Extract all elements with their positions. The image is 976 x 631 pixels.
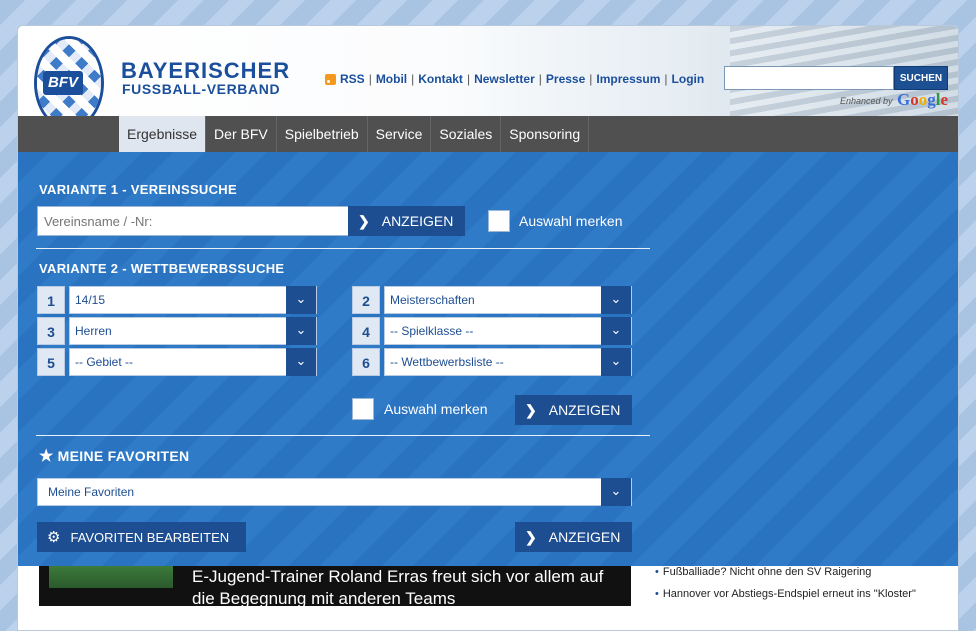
site-container: BFV BAYERISCHER FUSSBALL-VERBAND RSS | M… <box>17 25 959 631</box>
brand-name-line2: FUSSBALL-VERBAND <box>122 81 281 97</box>
link-separator: | <box>466 72 471 86</box>
site-header: BFV BAYERISCHER FUSSBALL-VERBAND RSS | M… <box>18 26 958 130</box>
button-label: ANZEIGEN <box>548 402 621 418</box>
nav-der-bfv[interactable]: Der BFV <box>206 116 277 152</box>
divider <box>36 435 650 436</box>
nav-ergebnisse[interactable]: Ergebnisse <box>119 116 207 152</box>
variant2-heading: VARIANTE 2 - WETTBEWERBSSUCHE <box>39 261 285 276</box>
button-label: ANZEIGEN <box>548 529 621 545</box>
nav-soziales[interactable]: Soziales <box>431 116 502 152</box>
main-navigation: Ergebnisse Der BFV Spielbetrieb Service … <box>18 116 958 152</box>
link-kontakt[interactable]: Kontakt <box>418 72 463 86</box>
variant2-remember-label: Auswahl merken <box>384 401 488 417</box>
chevron-down-icon: ⌄ <box>601 317 631 345</box>
variant1-remember-label: Auswahl merken <box>519 213 623 229</box>
news-list-item[interactable]: Fußballiade? Nicht ohne den SV Raigering <box>655 566 872 578</box>
select-value: Meine Favoriten <box>48 485 135 499</box>
top-links: RSS | Mobil | Kontakt | Newsletter | Pre… <box>325 72 704 86</box>
results-dropdown-panel: VARIANTE 1 - VEREINSSUCHE ❯ ANZEIGEN Aus… <box>18 152 958 566</box>
club-search-input[interactable] <box>37 206 349 236</box>
variant2-show-button[interactable]: ❯ ANZEIGEN <box>515 395 632 425</box>
chevron-down-icon: ⌄ <box>286 348 316 376</box>
google-logo: Google <box>897 90 949 109</box>
edit-favorites-button[interactable]: ⚙ FAVORITEN BEARBEITEN <box>37 522 246 552</box>
news-headline: E-Jugend-Trainer Roland Erras freut sich… <box>192 567 604 606</box>
link-newsletter[interactable]: Newsletter <box>474 72 535 86</box>
step-number: 6 <box>352 348 380 376</box>
favorites-heading: ★ MEINE FAVORITEN <box>39 446 189 466</box>
button-label: FAVORITEN BEARBEITEN <box>70 529 230 545</box>
team-type-select[interactable]: Herren ⌄ <box>69 317 317 345</box>
favorites-heading-text: MEINE FAVORITEN <box>57 448 190 464</box>
link-separator: | <box>589 72 593 86</box>
step-number: 4 <box>352 317 380 345</box>
button-label: ANZEIGEN <box>381 213 454 229</box>
chevron-right-icon: ❯ <box>358 212 370 229</box>
link-separator: | <box>664 72 668 86</box>
link-rss[interactable]: RSS <box>340 72 365 86</box>
chevron-down-icon: ⌄ <box>601 478 631 506</box>
nav-sponsoring[interactable]: Sponsoring <box>501 116 590 152</box>
enhanced-by-label: Enhanced by <box>840 96 893 106</box>
variant1-heading: VARIANTE 1 - VEREINSSUCHE <box>39 182 237 197</box>
step-number: 3 <box>37 317 65 345</box>
select-value: -- Spielklasse -- <box>390 324 474 338</box>
gear-icon: ⚙ <box>47 529 61 546</box>
region-select[interactable]: -- Gebiet -- ⌄ <box>69 348 317 376</box>
chevron-down-icon: ⌄ <box>601 348 631 376</box>
star-icon: ★ <box>39 448 54 465</box>
step-number: 2 <box>352 286 380 314</box>
competition-type-select[interactable]: Meisterschaften ⌄ <box>384 286 632 314</box>
link-login[interactable]: Login <box>672 72 705 86</box>
search-button[interactable]: SUCHEN <box>894 66 948 90</box>
select-value: Meisterschaften <box>390 293 475 307</box>
logo-text: BFV <box>43 71 83 95</box>
competition-list-select[interactable]: -- Wettbewerbsliste -- ⌄ <box>384 348 632 376</box>
favorites-select[interactable]: Meine Favoriten ⌄ <box>37 478 632 506</box>
select-value: -- Gebiet -- <box>75 355 134 369</box>
select-value: 14/15 <box>75 293 106 307</box>
league-select[interactable]: -- Spielklasse -- ⌄ <box>384 317 632 345</box>
link-impressum[interactable]: Impressum <box>596 72 660 86</box>
select-value: -- Wettbewerbsliste -- <box>390 355 504 369</box>
nav-spielbetrieb[interactable]: Spielbetrieb <box>277 116 368 152</box>
variant2-remember-checkbox[interactable] <box>352 398 374 420</box>
rss-icon[interactable] <box>325 73 336 85</box>
link-separator: | <box>538 72 542 86</box>
favorites-show-button[interactable]: ❯ ANZEIGEN <box>515 522 632 552</box>
divider <box>36 248 650 249</box>
chevron-down-icon: ⌄ <box>286 286 316 314</box>
chevron-right-icon: ❯ <box>525 528 537 545</box>
news-section: E-Jugend-Trainer Roland Erras freut sich… <box>18 566 958 630</box>
link-mobil[interactable]: Mobil <box>376 72 407 86</box>
step-number: 1 <box>37 286 65 314</box>
link-presse[interactable]: Presse <box>546 72 585 86</box>
link-separator: | <box>411 72 415 86</box>
chevron-down-icon: ⌄ <box>286 317 316 345</box>
link-separator: | <box>368 72 372 86</box>
chevron-down-icon: ⌄ <box>601 286 631 314</box>
select-value: Herren <box>75 324 112 338</box>
nav-service[interactable]: Service <box>368 116 432 152</box>
step-number: 5 <box>37 348 65 376</box>
variant1-remember-checkbox[interactable] <box>488 210 510 232</box>
chevron-right-icon: ❯ <box>525 401 537 418</box>
news-teaser[interactable]: E-Jugend-Trainer Roland Erras freut sich… <box>39 566 631 606</box>
news-list-item[interactable]: Hannover vor Abstiegs-Endspiel erneut in… <box>655 588 916 600</box>
site-search-input[interactable] <box>724 66 894 90</box>
variant1-show-button[interactable]: ❯ ANZEIGEN <box>348 206 465 236</box>
news-thumbnail <box>49 566 173 588</box>
season-select[interactable]: 14/15 ⌄ <box>69 286 317 314</box>
